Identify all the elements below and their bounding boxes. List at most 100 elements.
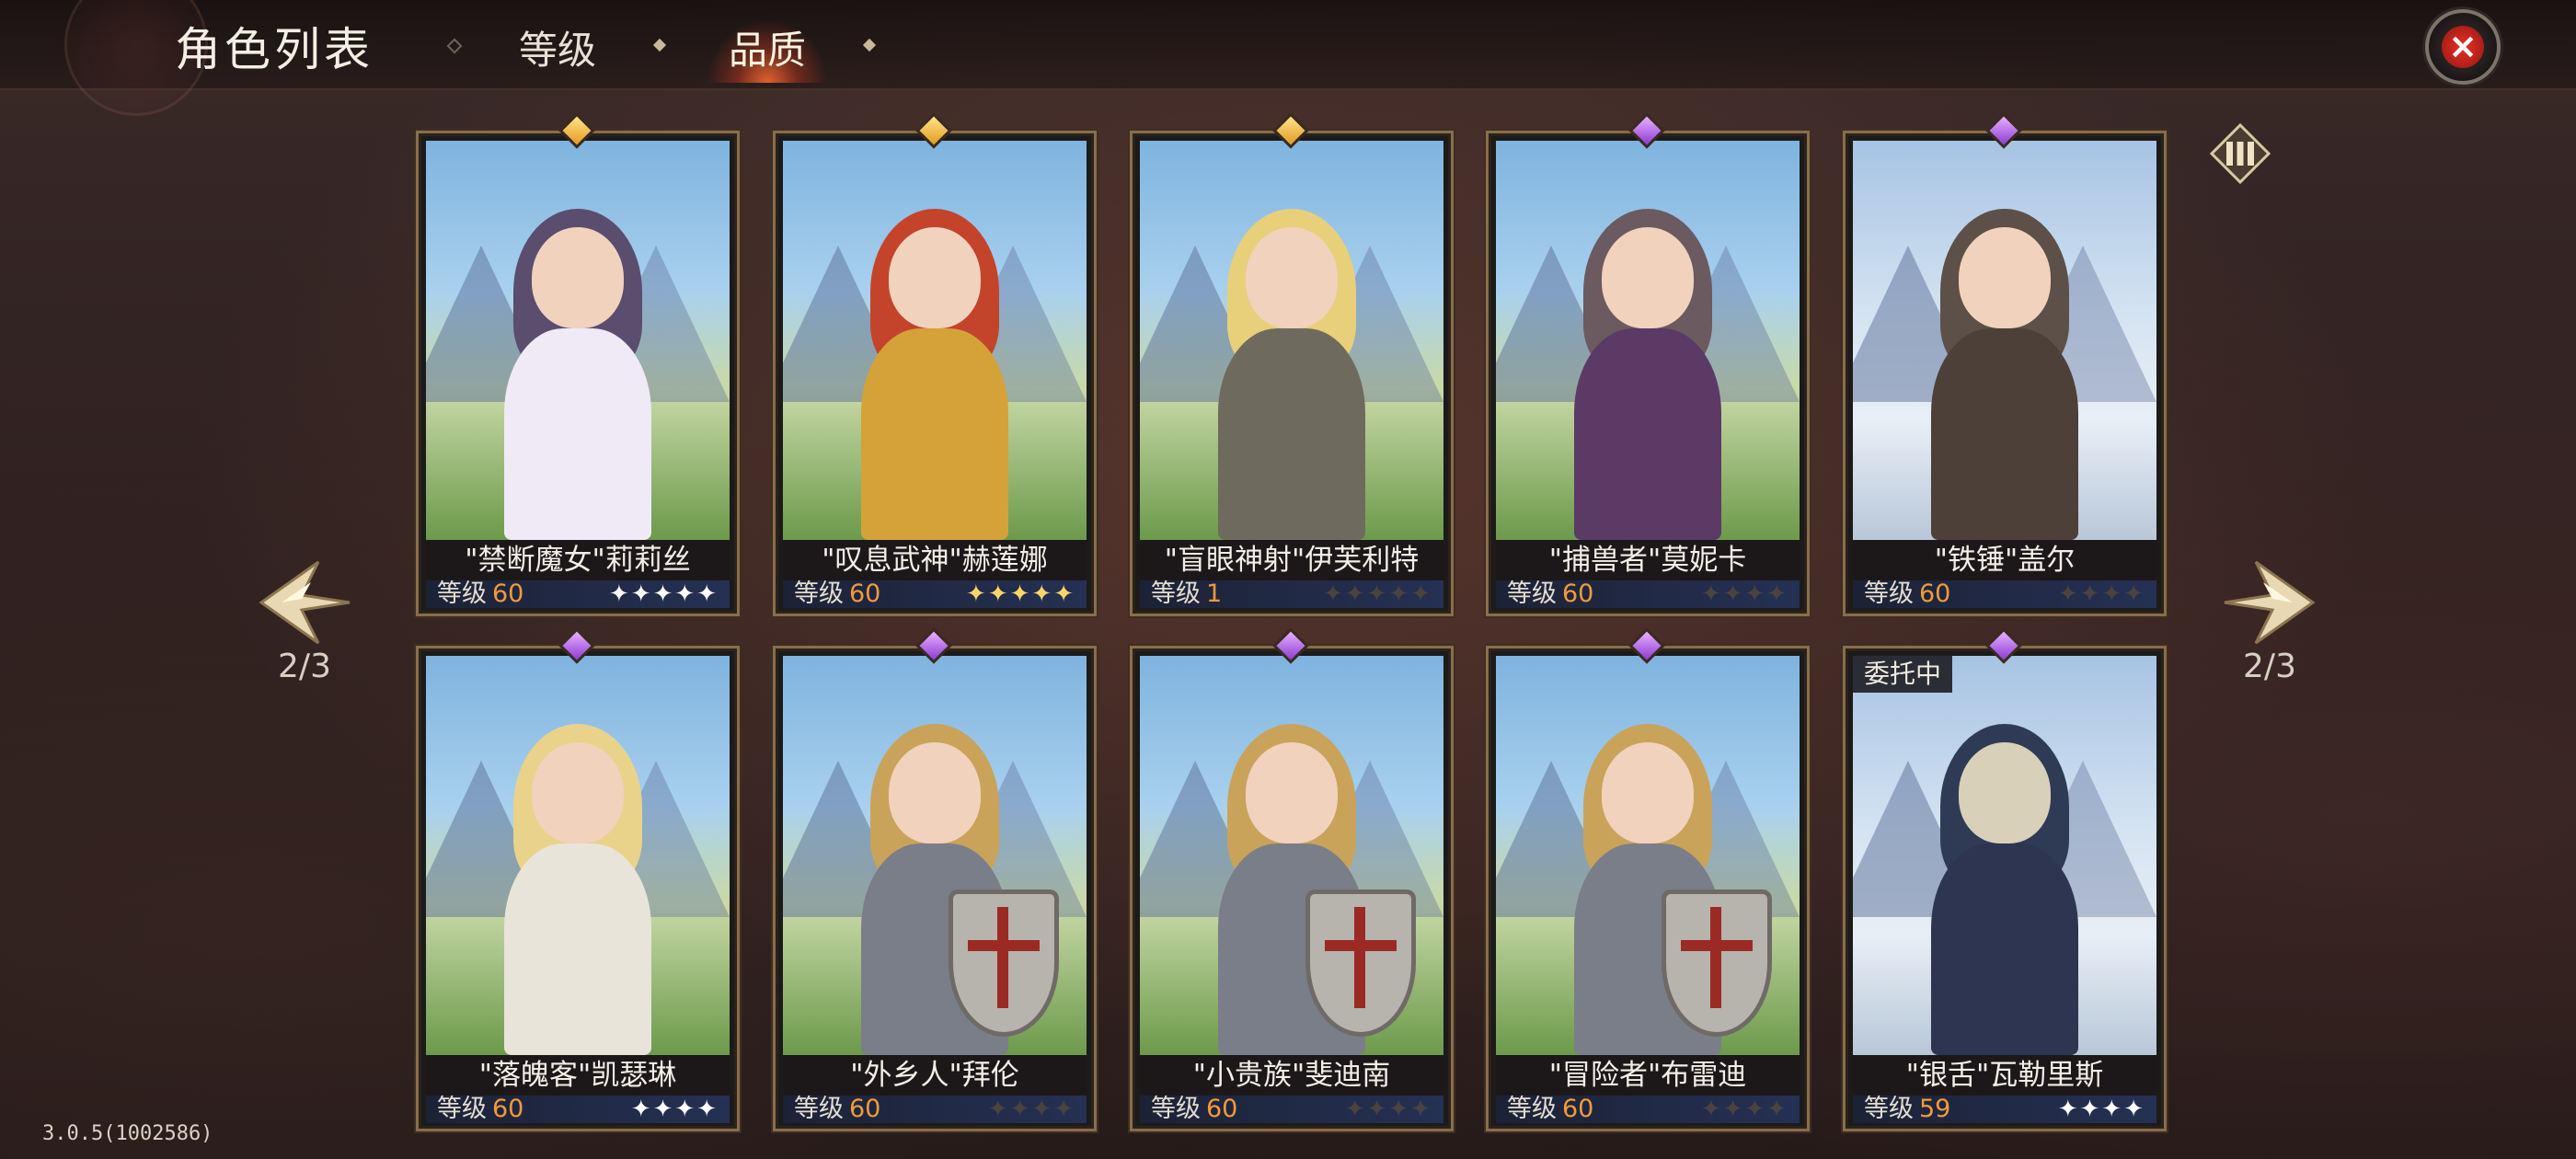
status-badge: 委托中	[1853, 656, 1953, 693]
character-card[interactable]: "冒险者"布雷迪 等级 60 ✦✦✦✦	[1486, 646, 1810, 1131]
shield-icon	[1305, 889, 1416, 1037]
level-bar: 等级 1 ✦✦✦✦✦	[1140, 580, 1443, 608]
character-figure	[1195, 190, 1388, 540]
star-icon: ✦	[1009, 1096, 1032, 1123]
character-head	[532, 227, 624, 328]
star-icon: ✦	[1366, 580, 1389, 608]
level-label: 等级	[1151, 580, 1201, 608]
level-label: 等级	[794, 1095, 844, 1123]
star-icon: ✦	[1031, 580, 1054, 608]
character-head	[1959, 742, 2051, 843]
star-icon: ✦	[1388, 1096, 1411, 1123]
star-icon: ✦	[1388, 580, 1411, 608]
level-value: 60	[492, 580, 524, 608]
star-icon: ✦	[1031, 1096, 1054, 1123]
character-body	[1218, 328, 1365, 540]
character-card[interactable]: "叹息武神"赫莲娜 等级 60 ✦✦✦✦✦	[773, 131, 1097, 616]
character-head	[1602, 227, 1694, 328]
level-value: 60	[849, 580, 881, 608]
star-icon: ✦	[1766, 1096, 1788, 1123]
star-icon: ✦	[1053, 580, 1075, 608]
character-card[interactable]: "禁断魔女"莉莉丝 等级 60 ✦✦✦✦✦	[416, 131, 740, 616]
level-bar: 等级 60 ✦✦✦✦	[1496, 1096, 1800, 1123]
character-head	[1246, 742, 1338, 843]
star-icon: ✦	[674, 1096, 697, 1123]
star-icon: ✦	[1744, 580, 1767, 608]
character-name: "铁锤"盖尔	[1853, 540, 2156, 580]
level-bar: 等级 60 ✦✦✦✦	[426, 1096, 730, 1123]
character-name: "禁断魔女"莉莉丝	[426, 540, 730, 580]
character-card[interactable]: "小贵族"斐迪南 等级 60 ✦✦✦✦	[1130, 646, 1454, 1131]
level-bar: 等级 60 ✦✦✦✦	[783, 1096, 1087, 1123]
character-card[interactable]: "盲眼神射"伊芙利特 等级 1 ✦✦✦✦✦	[1130, 131, 1454, 616]
level-bar: 等级 60 ✦✦✦✦	[1496, 580, 1800, 608]
character-head	[1959, 227, 2051, 328]
star-icon: ✦	[1766, 580, 1788, 608]
star-icon: ✦	[1344, 580, 1367, 608]
version-label: 3.0.5(1002586)	[42, 1122, 213, 1145]
level-label: 等级	[1507, 580, 1557, 608]
character-name: "盲眼神射"伊芙利特	[1140, 540, 1443, 580]
star-icon: ✦	[2057, 580, 2080, 608]
star-icon: ✦	[987, 580, 1010, 608]
level-bar: 等级 60 ✦✦✦✦	[1853, 580, 2156, 608]
level-bar: 等级 60 ✦✦✦✦✦	[783, 580, 1087, 608]
star-rating: ✦✦✦✦✦	[1323, 580, 1432, 608]
tab-quality[interactable]: 品质	[707, 18, 829, 83]
character-figure	[481, 190, 674, 540]
character-head	[889, 227, 981, 328]
star-icon: ✦	[1410, 1096, 1432, 1123]
character-portrait	[1496, 141, 1800, 540]
character-body	[861, 328, 1008, 540]
page-indicator-right: 2/3	[2243, 648, 2296, 685]
prev-page-button[interactable]	[254, 557, 355, 648]
level-value: 60	[1562, 1095, 1594, 1123]
character-body	[1931, 843, 2078, 1055]
level-label: 等级	[437, 1095, 487, 1123]
character-body	[1574, 328, 1721, 540]
character-body	[504, 328, 651, 540]
separator-diamond-icon	[862, 38, 877, 52]
star-icon: ✦	[652, 1096, 675, 1123]
star-icon: ✦	[2101, 580, 2124, 608]
character-card[interactable]: "外乡人"拜伦 等级 60 ✦✦✦✦	[773, 646, 1097, 1131]
character-name: "银舌"瓦勒里斯	[1853, 1055, 2156, 1096]
character-card[interactable]: "捕兽者"莫妮卡 等级 60 ✦✦✦✦	[1486, 131, 1810, 616]
star-icon: ✦	[2057, 1096, 2080, 1123]
page-indicator-left: 2/3	[278, 648, 331, 685]
character-card[interactable]: 委托中 "银舌"瓦勒里斯 等级 59 ✦✦✦✦	[1843, 646, 2167, 1131]
tab-level[interactable]: 等级	[497, 18, 618, 83]
level-label: 等级	[794, 580, 844, 608]
level-value: 59	[1919, 1095, 1951, 1123]
star-rating: ✦✦✦✦	[631, 1096, 719, 1123]
star-rating: ✦✦✦✦	[2058, 1096, 2145, 1123]
character-name: "冒险者"布雷迪	[1496, 1055, 1800, 1096]
character-portrait	[426, 656, 730, 1055]
star-rating: ✦✦✦✦	[2058, 580, 2145, 608]
character-figure	[1551, 190, 1744, 540]
star-icon: ✦	[966, 580, 988, 608]
level-value: 60	[1562, 580, 1594, 608]
character-figure	[1551, 706, 1772, 1055]
close-icon: ×	[2442, 26, 2484, 68]
level-label: 等级	[437, 580, 487, 608]
character-body	[1931, 328, 2078, 540]
level-label: 等级	[1864, 1095, 1914, 1123]
next-page-button[interactable]	[2219, 557, 2320, 648]
star-icon: ✦	[630, 1096, 653, 1123]
level-value: 60	[1919, 580, 1951, 608]
star-rating: ✦✦✦✦✦	[609, 580, 719, 608]
character-portrait	[1853, 656, 2156, 1055]
star-icon: ✦	[1700, 580, 1723, 608]
character-card[interactable]: "落魄客"凯瑟琳 等级 60 ✦✦✦✦	[416, 646, 740, 1131]
character-name: "落魄客"凯瑟琳	[426, 1055, 730, 1096]
character-card[interactable]: "铁锤"盖尔 等级 60 ✦✦✦✦	[1843, 131, 2167, 616]
star-icon: ✦	[1053, 1096, 1075, 1123]
character-figure	[1908, 706, 2101, 1055]
character-portrait	[783, 141, 1087, 540]
character-portrait	[783, 656, 1087, 1055]
star-icon: ✦	[1323, 580, 1345, 608]
close-button[interactable]: ×	[2425, 9, 2501, 85]
star-icon: ✦	[1366, 1096, 1389, 1123]
grid-view-button[interactable]	[2209, 122, 2271, 185]
